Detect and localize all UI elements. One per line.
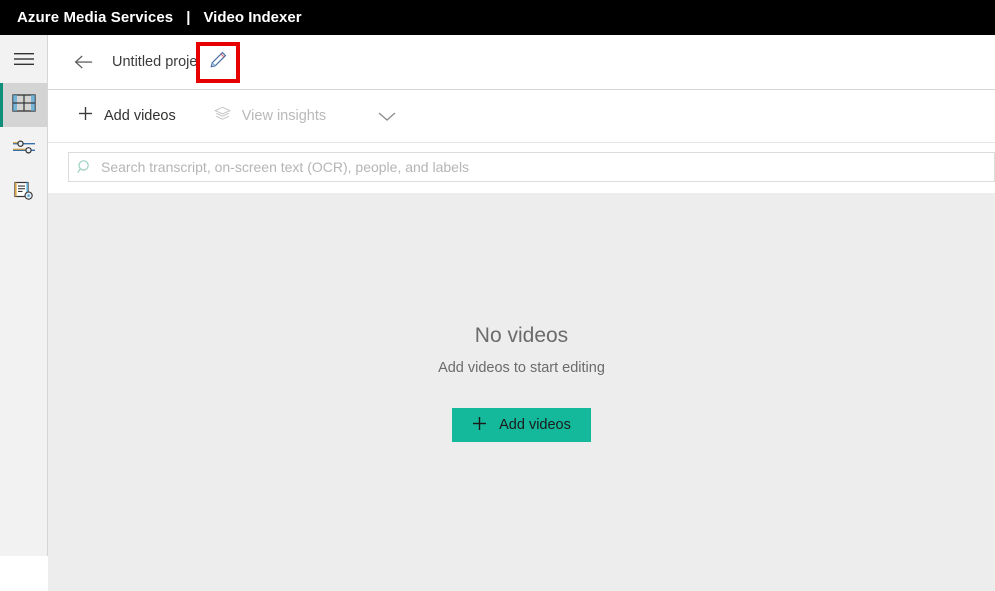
back-arrow-icon[interactable]	[74, 54, 94, 70]
product-title: Video Indexer	[203, 9, 302, 26]
project-toolbar: Add videos View insights	[48, 90, 995, 143]
brand-separator: |	[186, 9, 191, 26]
search-input[interactable]	[101, 159, 701, 175]
add-videos-button[interactable]: Add videos	[70, 98, 184, 134]
search-box[interactable]	[68, 152, 995, 182]
top-app-bar: Azure Media Services | Video Indexer	[0, 0, 995, 35]
layers-icon	[213, 106, 231, 127]
hamburger-menu-icon	[13, 51, 35, 72]
sidebar-item-model-customization[interactable]	[0, 171, 47, 215]
pencil-edit-icon[interactable]	[208, 50, 228, 75]
add-videos-label: Add videos	[104, 108, 176, 124]
edit-project-name-highlight	[196, 42, 240, 83]
search-row	[48, 143, 995, 191]
film-strip-icon	[11, 93, 36, 118]
empty-state-subtitle: Add videos to start editing	[438, 360, 605, 376]
videos-content-area: No videos Add videos to start editing Ad…	[48, 193, 995, 591]
chevron-down-icon[interactable]	[376, 109, 398, 123]
project-title-row: Untitled project	[48, 35, 995, 90]
brand-title: Azure Media Services	[17, 9, 174, 26]
plus-icon	[78, 106, 93, 126]
sliders-icon	[12, 138, 36, 161]
sidebar-item-media[interactable]	[0, 83, 47, 127]
add-videos-primary-label: Add videos	[499, 417, 571, 433]
document-gear-icon	[13, 181, 35, 206]
empty-state: No videos Add videos to start editing Ad…	[48, 193, 995, 591]
page-title: Untitled project	[112, 54, 209, 70]
view-insights-button[interactable]: View insights	[206, 98, 334, 134]
search-icon	[69, 159, 101, 175]
plus-icon	[472, 416, 487, 434]
sidebar-item-settings[interactable]	[0, 127, 47, 171]
view-insights-label: View insights	[241, 108, 327, 124]
main-panel: Untitled project Add videos View insight…	[48, 35, 995, 591]
empty-state-title: No videos	[474, 324, 569, 347]
add-videos-primary-button[interactable]: Add videos	[452, 408, 591, 442]
sidebar-rail	[0, 35, 48, 556]
sidebar-item-menu[interactable]	[0, 39, 47, 83]
